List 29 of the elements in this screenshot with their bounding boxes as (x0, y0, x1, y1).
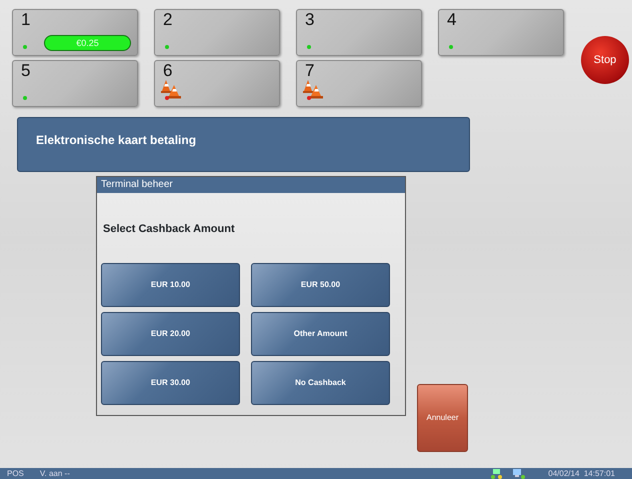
title-banner: Elektronische kaart betaling (17, 117, 470, 172)
pump-tile[interactable]: 2 (154, 9, 280, 56)
pump-number: 1 (21, 10, 30, 30)
pump-number: 2 (163, 10, 172, 30)
dialog-prompt: Select Cashback Amount (103, 222, 236, 235)
option-button[interactable]: EUR 20.00 (101, 312, 240, 356)
option-button[interactable]: Other Amount (251, 312, 390, 356)
option-button[interactable]: EUR 50.00 (251, 263, 390, 307)
dialog-title: Terminal beheer (97, 177, 405, 193)
pump-number: 7 (305, 61, 314, 81)
mode-label: POS (7, 468, 24, 479)
option-button[interactable]: EUR 30.00 (101, 361, 240, 405)
pump-tile[interactable]: 6 (154, 60, 280, 107)
pump-number: 6 (163, 61, 172, 81)
pump-tile[interactable]: 5 (12, 60, 138, 107)
amount-pill: €0.25 (44, 35, 131, 51)
option-button[interactable]: EUR 10.00 (101, 263, 240, 307)
pump-tile[interactable]: 1 €0.25 (12, 9, 138, 56)
user-label: V. aan -- (40, 468, 70, 479)
pump-tile[interactable]: 7 (296, 60, 422, 107)
stop-button[interactable]: Stop (581, 36, 629, 84)
cancel-button[interactable]: Annuleer (417, 384, 468, 452)
pump-tile[interactable]: 4 (438, 9, 564, 56)
pump-tile[interactable]: 3 (296, 9, 422, 56)
pump-number: 4 (447, 10, 456, 30)
pump-number: 3 (305, 10, 314, 30)
date-time: 04/02/14 14:57:01 (548, 468, 615, 479)
option-button[interactable]: No Cashback (251, 361, 390, 405)
pump-number: 5 (21, 61, 30, 81)
